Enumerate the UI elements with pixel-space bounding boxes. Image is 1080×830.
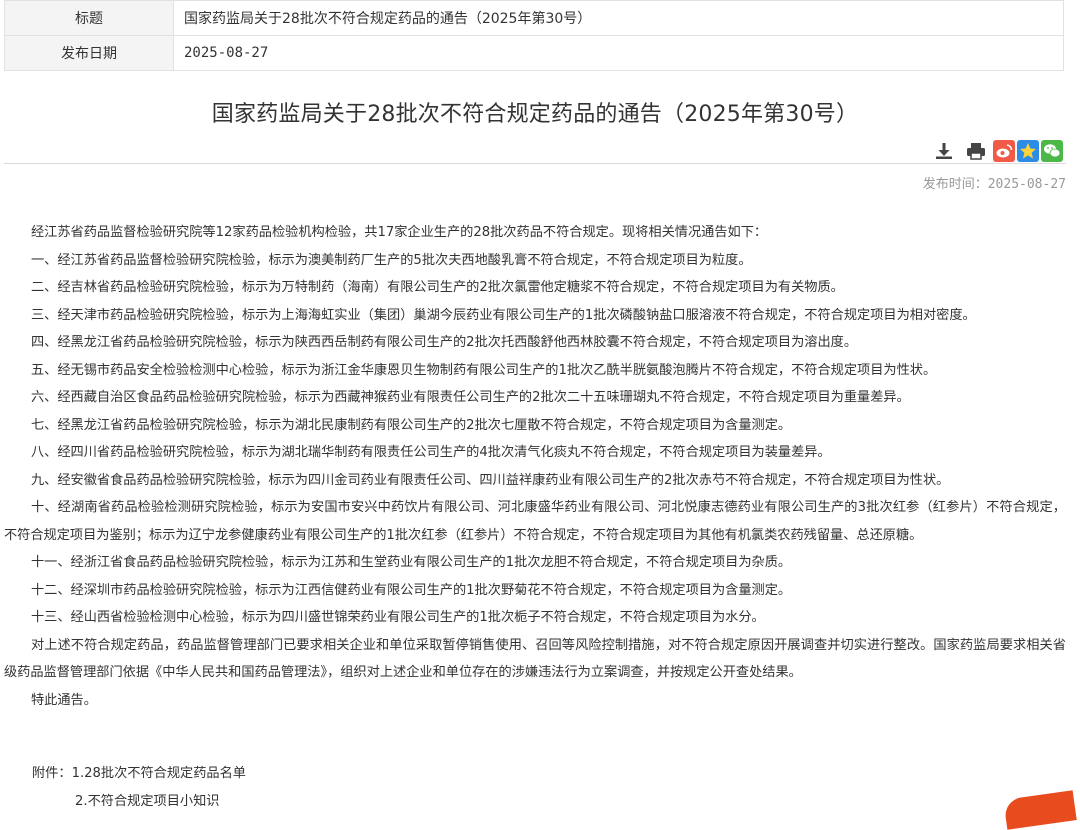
paragraph-item: 六、经西藏自治区食品药品检验研究院检验，标示为西藏神猴药业有限责任公司生产的2批… [31, 390, 910, 405]
attachments-label: 附件： [32, 766, 72, 781]
floating-corner-widget[interactable] [1003, 790, 1077, 830]
paragraph-intro: 经江苏省药品监督检验研究院等12家药品检验机构检验，共17家企业生产的28批次药… [31, 225, 768, 240]
paragraph-item: 二、经吉林省药品检验研究院检验，标示为万特制药（海南）有限公司生产的2批次氯雷他… [31, 280, 844, 295]
title-divider [4, 163, 1066, 164]
meta-date-label: 发布日期 [4, 35, 174, 71]
toolbar-left [933, 139, 987, 163]
paragraph-item: 十一、经浙江省食品药品检验研究院检验，标示为江苏和生堂药业有限公司生产的1批次龙… [31, 555, 792, 570]
paragraph-item: 三、经天津市药品检验研究院检验，标示为上海海虹实业（集团）巢湖今辰药业有限公司生… [31, 307, 976, 323]
meta-title-value: 国家药监局关于28批次不符合规定药品的通告（2025年第30号） [173, 0, 1064, 36]
paragraph-item: 十三、经山西省检验检测中心检验，标示为四川盛世锦荣药业有限公司生产的1批次栀子不… [31, 610, 765, 625]
share-bar [993, 139, 1063, 163]
paragraph-item: 四、经黑龙江省药品检验研究院检验，标示为陕西西岳制药有限公司生产的2批次托西酸舒… [31, 335, 858, 350]
attachment-row-2: 2.不符合规定项目小知识 [32, 788, 246, 816]
article-body: 经江苏省药品监督检验研究院等12家药品检验机构检验，共17家企业生产的28批次药… [4, 219, 1066, 714]
paragraph-item: 七、经黑龙江省药品检验研究院检验，标示为湖北民康制药有限公司生产的2批次七厘散不… [31, 417, 792, 433]
paragraph-item: 八、经四川省药品检验研究院检验，标示为湖北瑞华制药有限责任公司生产的4批次清气化… [31, 445, 831, 460]
paragraph-item: 九、经安徽省食品药品检验研究院检验，标示为四川金司药业有限责任公司、四川益祥康药… [31, 472, 950, 488]
attachments: 附件：1.28批次不符合规定药品名单 2.不符合规定项目小知识 [32, 760, 246, 815]
paragraph-item: 五、经无锡市药品安全检验检测中心检验，标示为浙江金华康恩贝生物制药有限公司生产的… [31, 362, 937, 378]
print-icon[interactable] [965, 140, 987, 162]
paragraph-closing: 特此通告。 [31, 692, 97, 708]
attachment-link[interactable]: 2.不符合规定项目小知识 [75, 794, 219, 809]
meta-title-label: 标题 [4, 0, 174, 36]
download-icon[interactable] [933, 140, 955, 162]
meta-date-value: 2025-08-27 [173, 35, 1064, 71]
article-title: 国家药监局关于28批次不符合规定药品的通告（2025年第30号） [211, 102, 859, 127]
meta-row-date: 发布日期 2025-08-27 [4, 35, 1064, 71]
weibo-share-icon[interactable] [993, 140, 1015, 162]
paragraph-item: 一、经江苏省药品监督检验研究院检验，标示为澳美制药厂生产的5批次夫西地酸乳膏不符… [31, 252, 752, 268]
publish-time-value: 2025-08-27 [987, 177, 1066, 192]
qzone-share-icon[interactable] [1017, 140, 1039, 162]
attachment-row-1: 附件：1.28批次不符合规定药品名单 [32, 760, 246, 788]
paragraph-item: 十二、经深圳市药品检验研究院检验，标示为江西信健药业有限公司生产的1批次野菊花不… [31, 582, 792, 598]
attachment-link[interactable]: 1.28批次不符合规定药品名单 [72, 766, 246, 781]
meta-row-title: 标题 国家药监局关于28批次不符合规定药品的通告（2025年第30号） [4, 0, 1064, 36]
meta-table: 标题 国家药监局关于28批次不符合规定药品的通告（2025年第30号） 发布日期… [4, 0, 1064, 71]
paragraph-item: 十、经湖南省药品检验检测研究院检验，标示为安国市安兴中药饮片有限公司、河北康盛华… [4, 500, 1066, 543]
paragraph-summary: 对上述不符合规定药品，药品监督管理部门已要求相关企业和单位采取暂停销售使用、召回… [4, 637, 1066, 681]
publish-time: 发布时间：2025-08-27 [923, 173, 1066, 192]
wechat-share-icon[interactable] [1041, 140, 1063, 162]
publish-time-label: 发布时间： [922, 177, 988, 192]
